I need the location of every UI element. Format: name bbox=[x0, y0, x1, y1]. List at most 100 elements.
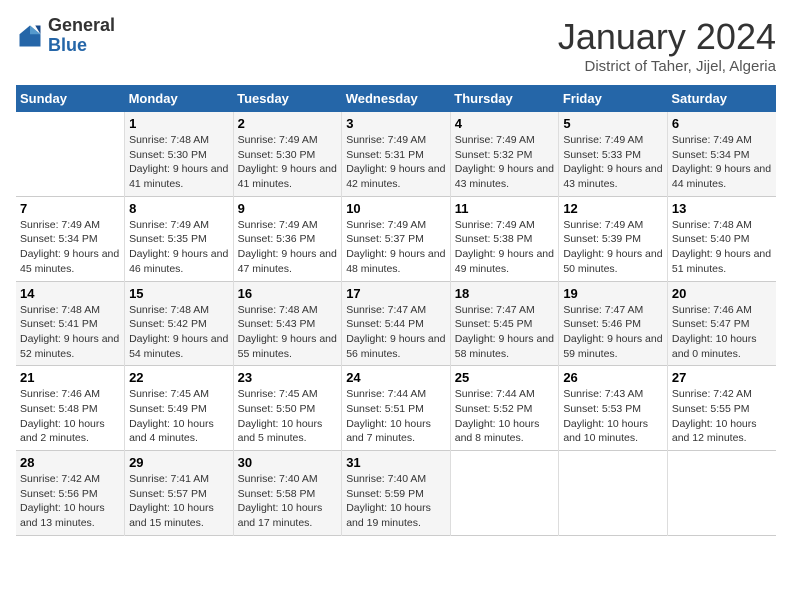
day-number: 27 bbox=[672, 370, 772, 385]
calendar-cell: 16 Sunrise: 7:48 AMSunset: 5:43 PMDayligh… bbox=[233, 281, 342, 366]
page-header: General Blue January 2024 District of Ta… bbox=[16, 16, 776, 75]
day-info: Sunrise: 7:48 AMSunset: 5:42 PMDaylight:… bbox=[129, 303, 229, 362]
calendar-cell: 1 Sunrise: 7:48 AMSunset: 5:30 PMDaylight… bbox=[125, 112, 234, 196]
calendar-cell: 2 Sunrise: 7:49 AMSunset: 5:30 PMDaylight… bbox=[233, 112, 342, 196]
day-info: Sunrise: 7:45 AMSunset: 5:49 PMDaylight:… bbox=[129, 387, 229, 446]
day-info: Sunrise: 7:42 AMSunset: 5:55 PMDaylight:… bbox=[672, 387, 772, 446]
day-info: Sunrise: 7:48 AMSunset: 5:40 PMDaylight:… bbox=[672, 218, 772, 277]
day-info: Sunrise: 7:47 AMSunset: 5:44 PMDaylight:… bbox=[346, 303, 446, 362]
day-number: 19 bbox=[563, 286, 663, 301]
calendar-cell: 25 Sunrise: 7:44 AMSunset: 5:52 PMDayligh… bbox=[450, 366, 559, 451]
calendar-cell: 14Sunrise: 7:48 AMSunset: 5:41 PMDayligh… bbox=[16, 281, 125, 366]
day-info: Sunrise: 7:48 AMSunset: 5:43 PMDaylight:… bbox=[238, 303, 338, 362]
calendar-cell bbox=[450, 451, 559, 536]
logo: General Blue bbox=[16, 16, 115, 56]
day-number: 15 bbox=[129, 286, 229, 301]
day-number: 20 bbox=[672, 286, 772, 301]
day-number: 29 bbox=[129, 455, 229, 470]
day-info: Sunrise: 7:44 AMSunset: 5:52 PMDaylight:… bbox=[455, 387, 555, 446]
calendar-table: SundayMondayTuesdayWednesdayThursdayFrid… bbox=[16, 85, 776, 536]
calendar-cell: 12 Sunrise: 7:49 AMSunset: 5:39 PMDayligh… bbox=[559, 196, 668, 281]
day-number: 14 bbox=[20, 286, 120, 301]
day-number: 26 bbox=[563, 370, 663, 385]
day-number: 1 bbox=[129, 116, 229, 131]
day-number: 30 bbox=[238, 455, 338, 470]
calendar-cell: 21 Sunrise: 7:46 AMSunset: 5:48 PMDayligh… bbox=[16, 366, 125, 451]
day-number: 17 bbox=[346, 286, 446, 301]
day-info: Sunrise: 7:47 AMSunset: 5:46 PMDaylight:… bbox=[563, 303, 663, 362]
day-info: Sunrise: 7:48 AMSunset: 5:30 PMDaylight:… bbox=[129, 133, 229, 192]
day-info: Sunrise: 7:49 AMSunset: 5:39 PMDaylight:… bbox=[563, 218, 663, 277]
day-number: 4 bbox=[455, 116, 555, 131]
day-info: Sunrise: 7:49 AMSunset: 5:36 PMDaylight:… bbox=[238, 218, 338, 277]
calendar-cell: 17 Sunrise: 7:47 AMSunset: 5:44 PMDayligh… bbox=[342, 281, 451, 366]
day-number: 22 bbox=[129, 370, 229, 385]
day-info: Sunrise: 7:49 AMSunset: 5:30 PMDaylight:… bbox=[238, 133, 338, 192]
day-info: Sunrise: 7:42 AMSunset: 5:56 PMDaylight:… bbox=[20, 472, 120, 531]
calendar-cell bbox=[559, 451, 668, 536]
day-number: 24 bbox=[346, 370, 446, 385]
calendar-cell: 11 Sunrise: 7:49 AMSunset: 5:38 PMDayligh… bbox=[450, 196, 559, 281]
calendar-cell: 6 Sunrise: 7:49 AMSunset: 5:34 PMDaylight… bbox=[667, 112, 776, 196]
day-number: 8 bbox=[129, 201, 229, 216]
weekday-header: Wednesday bbox=[342, 85, 451, 112]
calendar-cell: 20Sunrise: 7:46 AMSunset: 5:47 PMDayligh… bbox=[667, 281, 776, 366]
weekday-header: Friday bbox=[559, 85, 668, 112]
weekday-header: Tuesday bbox=[233, 85, 342, 112]
day-number: 10 bbox=[346, 201, 446, 216]
calendar-week-row: 1 Sunrise: 7:48 AMSunset: 5:30 PMDaylight… bbox=[16, 112, 776, 196]
month-title: January 2024 bbox=[558, 16, 776, 58]
logo-blue: Blue bbox=[48, 36, 115, 56]
calendar-cell: 7 Sunrise: 7:49 AMSunset: 5:34 PMDaylight… bbox=[16, 196, 125, 281]
day-info: Sunrise: 7:49 AMSunset: 5:34 PMDaylight:… bbox=[672, 133, 772, 192]
day-number: 25 bbox=[455, 370, 555, 385]
day-info: Sunrise: 7:41 AMSunset: 5:57 PMDaylight:… bbox=[129, 472, 229, 531]
day-number: 18 bbox=[455, 286, 555, 301]
day-number: 12 bbox=[563, 201, 663, 216]
day-info: Sunrise: 7:49 AMSunset: 5:33 PMDaylight:… bbox=[563, 133, 663, 192]
calendar-week-row: 21 Sunrise: 7:46 AMSunset: 5:48 PMDayligh… bbox=[16, 366, 776, 451]
day-number: 9 bbox=[238, 201, 338, 216]
day-number: 2 bbox=[238, 116, 338, 131]
calendar-cell: 15 Sunrise: 7:48 AMSunset: 5:42 PMDayligh… bbox=[125, 281, 234, 366]
day-info: Sunrise: 7:49 AMSunset: 5:34 PMDaylight:… bbox=[20, 218, 120, 277]
calendar-cell bbox=[667, 451, 776, 536]
calendar-cell: 18 Sunrise: 7:47 AMSunset: 5:45 PMDayligh… bbox=[450, 281, 559, 366]
day-number: 23 bbox=[238, 370, 338, 385]
calendar-cell: 31Sunrise: 7:40 AMSunset: 5:59 PMDayligh… bbox=[342, 451, 451, 536]
calendar-week-row: 14Sunrise: 7:48 AMSunset: 5:41 PMDayligh… bbox=[16, 281, 776, 366]
day-info: Sunrise: 7:47 AMSunset: 5:45 PMDaylight:… bbox=[455, 303, 555, 362]
title-block: January 2024 District of Taher, Jijel, A… bbox=[558, 16, 776, 75]
day-number: 21 bbox=[20, 370, 120, 385]
weekday-header: Sunday bbox=[16, 85, 125, 112]
calendar-cell: 26 Sunrise: 7:43 AMSunset: 5:53 PMDayligh… bbox=[559, 366, 668, 451]
day-info: Sunrise: 7:49 AMSunset: 5:31 PMDaylight:… bbox=[346, 133, 446, 192]
calendar-cell: 3 Sunrise: 7:49 AMSunset: 5:31 PMDaylight… bbox=[342, 112, 451, 196]
location: District of Taher, Jijel, Algeria bbox=[558, 58, 776, 75]
calendar-cell: 30Sunrise: 7:40 AMSunset: 5:58 PMDayligh… bbox=[233, 451, 342, 536]
logo-text: General Blue bbox=[48, 16, 115, 56]
calendar-cell: 4Sunrise: 7:49 AMSunset: 5:32 PMDaylight… bbox=[450, 112, 559, 196]
day-info: Sunrise: 7:49 AMSunset: 5:38 PMDaylight:… bbox=[455, 218, 555, 277]
weekday-header-row: SundayMondayTuesdayWednesdayThursdayFrid… bbox=[16, 85, 776, 112]
day-number: 16 bbox=[238, 286, 338, 301]
day-number: 28 bbox=[20, 455, 120, 470]
calendar-cell: 13Sunrise: 7:48 AMSunset: 5:40 PMDayligh… bbox=[667, 196, 776, 281]
calendar-cell bbox=[16, 112, 125, 196]
logo-icon bbox=[16, 22, 44, 50]
day-info: Sunrise: 7:46 AMSunset: 5:48 PMDaylight:… bbox=[20, 387, 120, 446]
calendar-cell: 8Sunrise: 7:49 AMSunset: 5:35 PMDaylight… bbox=[125, 196, 234, 281]
day-number: 31 bbox=[346, 455, 446, 470]
calendar-cell: 28 Sunrise: 7:42 AMSunset: 5:56 PMDayligh… bbox=[16, 451, 125, 536]
calendar-cell: 22 Sunrise: 7:45 AMSunset: 5:49 PMDayligh… bbox=[125, 366, 234, 451]
day-info: Sunrise: 7:43 AMSunset: 5:53 PMDaylight:… bbox=[563, 387, 663, 446]
day-number: 7 bbox=[20, 201, 120, 216]
calendar-cell: 5Sunrise: 7:49 AMSunset: 5:33 PMDaylight… bbox=[559, 112, 668, 196]
day-number: 11 bbox=[455, 201, 555, 216]
day-number: 6 bbox=[672, 116, 772, 131]
day-info: Sunrise: 7:44 AMSunset: 5:51 PMDaylight:… bbox=[346, 387, 446, 446]
calendar-cell: 23Sunrise: 7:45 AMSunset: 5:50 PMDayligh… bbox=[233, 366, 342, 451]
calendar-cell: 19 Sunrise: 7:47 AMSunset: 5:46 PMDayligh… bbox=[559, 281, 668, 366]
day-number: 3 bbox=[346, 116, 446, 131]
day-info: Sunrise: 7:49 AMSunset: 5:37 PMDaylight:… bbox=[346, 218, 446, 277]
